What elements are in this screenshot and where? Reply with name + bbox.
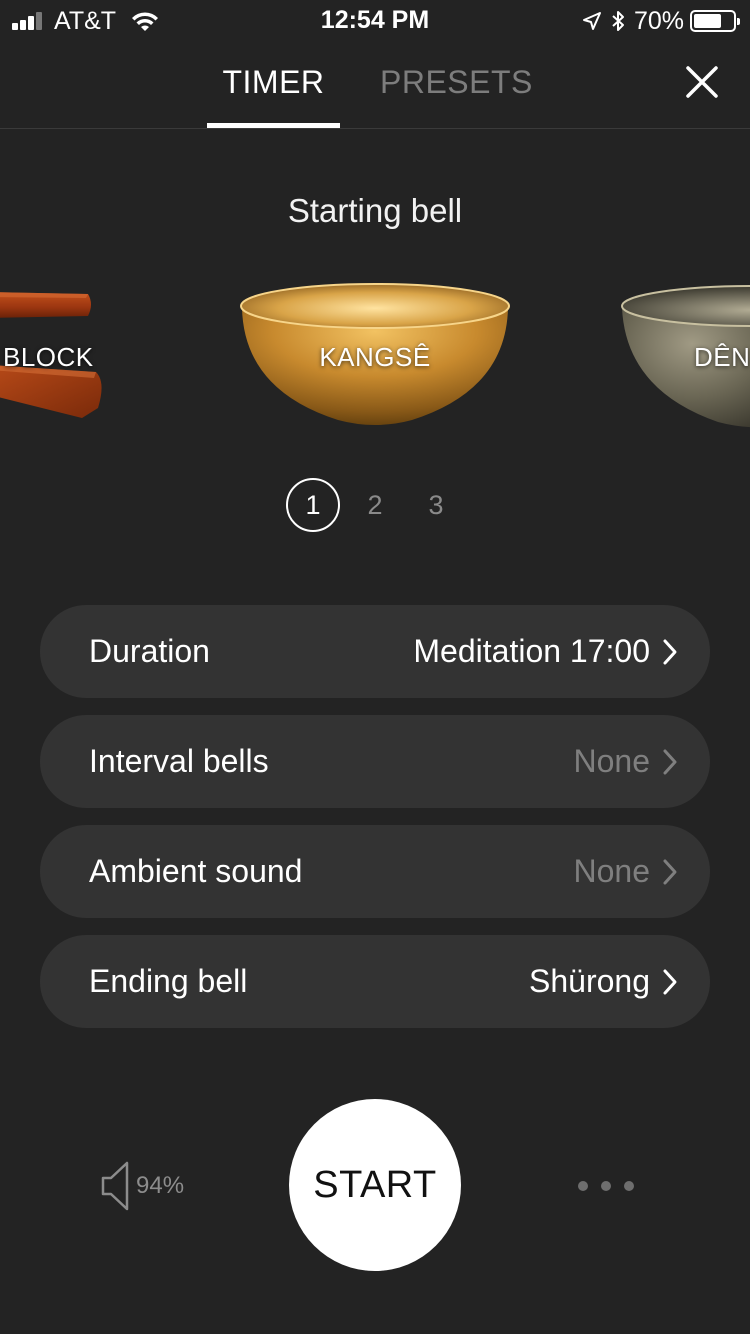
chevron-right-icon [663, 859, 677, 885]
page-3[interactable]: 3 [409, 478, 463, 532]
bell-page-indicator: 1 2 3 [0, 478, 750, 534]
duration-value: Meditation 17:00 [413, 633, 650, 669]
status-bar: AT&T 12:54 PM 70% [0, 0, 750, 40]
ending-bell-value: Shürong [529, 963, 650, 999]
active-tab-indicator [207, 123, 340, 128]
ending-bell-label: Ending bell [89, 963, 248, 999]
interval-bells-label: Interval bells [89, 743, 269, 779]
tab-presets[interactable]: PRESETS [380, 64, 533, 101]
start-button[interactable]: START [289, 1099, 461, 1271]
starting-bell-title: Starting bell [287, 192, 463, 229]
chevron-right-icon [663, 749, 677, 775]
timer-screen: AT&T 12:54 PM 70% TIMER PRESETS Starting… [0, 0, 750, 1334]
location-arrow-icon [582, 12, 601, 30]
close-icon[interactable] [682, 62, 722, 102]
bell-option-kangse[interactable]: KANGSÊ [238, 270, 512, 440]
status-right: 70% [582, 6, 740, 36]
chevron-right-icon [663, 639, 677, 665]
page-1[interactable]: 1 [286, 478, 340, 532]
duration-row[interactable]: Duration Meditation 17:00 [40, 605, 710, 698]
ambient-sound-label: Ambient sound [89, 853, 303, 889]
ambient-sound-row[interactable]: Ambient sound None [40, 825, 710, 918]
bluetooth-icon [612, 11, 624, 31]
more-dots-icon[interactable] [578, 1180, 634, 1192]
bell-option-den[interactable]: DÊN [618, 270, 750, 440]
ending-bell-row[interactable]: Ending bell Shürong [40, 935, 710, 1028]
volume-control[interactable]: 94% [100, 1158, 184, 1214]
duration-label: Duration [89, 633, 210, 669]
interval-bells-row[interactable]: Interval bells None [40, 715, 710, 808]
interval-bells-value: None [573, 743, 651, 779]
battery-level [694, 14, 721, 28]
battery-percent: 70% [633, 6, 684, 35]
speaker-icon [101, 1161, 129, 1211]
tab-timer[interactable]: TIMER [207, 64, 340, 101]
bell-label-den: DÊN [694, 342, 750, 372]
bell-carousel[interactable]: BLOCK KANGSÊ DÊN [0, 270, 750, 440]
page-2[interactable]: 2 [348, 478, 402, 532]
bell-label-kangse: KANGSÊ [319, 342, 431, 372]
bell-label-block: BLOCK [3, 342, 94, 372]
volume-percent: 94% [136, 1172, 185, 1199]
chevron-right-icon [663, 969, 677, 995]
bell-option-block[interactable]: BLOCK [0, 270, 130, 440]
ambient-sound-value: None [573, 853, 651, 889]
header: TIMER PRESETS [0, 40, 750, 129]
battery-icon [690, 10, 740, 32]
